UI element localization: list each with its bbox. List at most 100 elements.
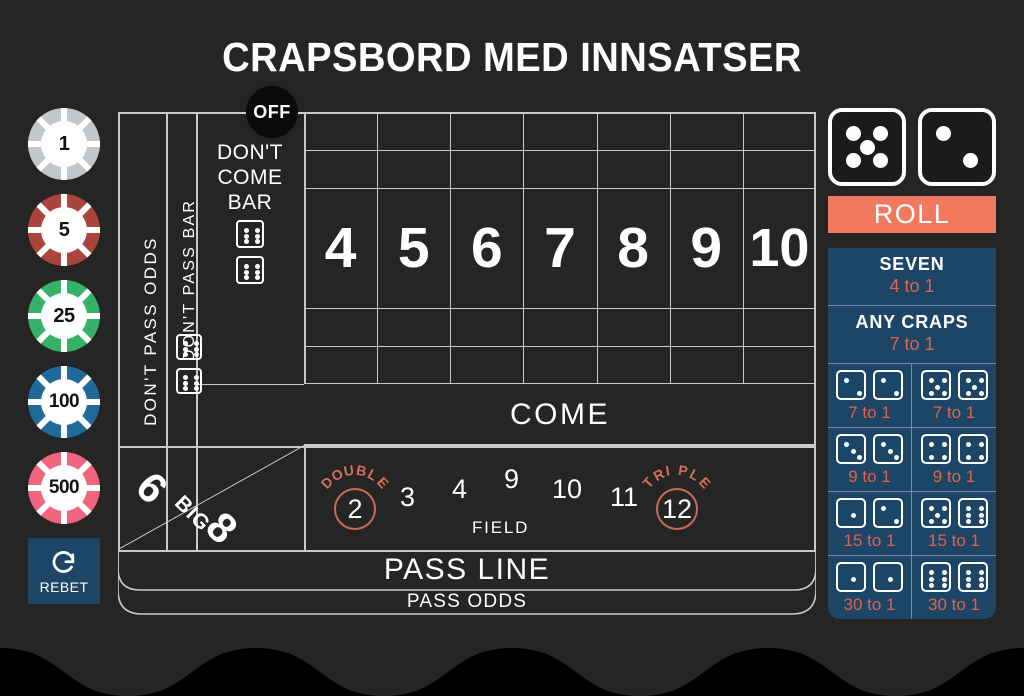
- hardway-dice-pair: [912, 562, 996, 592]
- puck-off[interactable]: OFF: [246, 86, 298, 138]
- proposition-bets-panel: SEVEN 4 to 1 ANY CRAPS 7 to 1 7 to 1 7 to 1 9…: [828, 248, 996, 619]
- die-face-5: [920, 498, 951, 528]
- die-face-1: [836, 498, 866, 528]
- bet-any-craps[interactable]: ANY CRAPS 7 to 1: [828, 306, 996, 364]
- bet-seven[interactable]: SEVEN 4 to 1: [828, 248, 996, 306]
- dont-pass-odds-label[interactable]: DON'T PASS ODDS: [141, 236, 161, 426]
- rebet-button[interactable]: REBET: [28, 538, 100, 604]
- field-number-4[interactable]: 4: [452, 474, 467, 505]
- die-face-6: [176, 368, 202, 394]
- die-pip: [859, 139, 875, 155]
- grid-cell-6-4[interactable]: [450, 346, 523, 384]
- big-6-label[interactable]: 6: [126, 463, 177, 513]
- grid-cell-7-4[interactable]: [523, 346, 596, 384]
- hardway-odds: 9 to 1: [848, 467, 891, 486]
- dont-come-bar-line: COME: [217, 166, 283, 189]
- die-face-6: [236, 220, 264, 248]
- dont-come-bar-line: BAR: [227, 191, 273, 214]
- grid-cell-8-1[interactable]: [597, 150, 670, 188]
- die-face-6: [236, 256, 264, 284]
- hardway-dice-pair: [828, 562, 911, 592]
- hardway-dice-pair: [828, 370, 911, 400]
- grid-cell-6-1[interactable]: [450, 150, 523, 188]
- grid-cell-10-4[interactable]: [743, 346, 816, 384]
- field-bet-area[interactable]: 2 D O U B L E 3 4 9 10 11 12 T R I P L E FIELD: [304, 446, 816, 550]
- hardway-odds: 9 to 1: [932, 467, 976, 486]
- grid-cell-10-3[interactable]: [743, 308, 816, 346]
- roll-button[interactable]: ROLL: [828, 196, 996, 233]
- grid-cell-6-3[interactable]: [450, 308, 523, 346]
- field-number-3[interactable]: 3: [400, 482, 415, 513]
- field-number-10[interactable]: 10: [552, 474, 582, 505]
- grid-cell-4-4[interactable]: [304, 346, 377, 384]
- chip-1[interactable]: 1: [28, 108, 100, 180]
- grid-number-6[interactable]: 6: [450, 188, 523, 308]
- field-number-9[interactable]: 9: [504, 464, 519, 495]
- hardway-bet-5-6[interactable]: 15 to 1: [912, 492, 996, 556]
- chip-5[interactable]: 5: [28, 194, 100, 266]
- hardway-dice-pair: [912, 434, 996, 464]
- grid-cell-7-3[interactable]: [523, 308, 596, 346]
- die-face-2: [873, 370, 903, 400]
- grid-cell-8-0[interactable]: [597, 112, 670, 150]
- grid-cell-10-1[interactable]: [743, 150, 816, 188]
- craps-table-screen: CRAPSBORD MED INNSATSER 1 5 25 100 500 REBET …: [0, 0, 1024, 696]
- hardway-bet-2-2[interactable]: 7 to 1: [828, 364, 912, 428]
- chip-value: 25: [41, 293, 87, 339]
- grid-cell-4-1[interactable]: [304, 150, 377, 188]
- grid-cell-9-4[interactable]: [670, 346, 743, 384]
- pass-line-bet[interactable]: PASS LINE: [118, 550, 816, 590]
- grid-cell-6-0[interactable]: [450, 112, 523, 150]
- grid-number-8[interactable]: 8: [597, 188, 670, 308]
- pass-odds-bet[interactable]: PASS ODDS: [118, 590, 816, 614]
- grid-number-9[interactable]: 9: [670, 188, 743, 308]
- die-pip: [873, 153, 888, 168]
- bet-name: SEVEN: [879, 254, 945, 274]
- hardway-odds: 15 to 1: [928, 531, 980, 550]
- grid-cell-5-0[interactable]: [377, 112, 450, 150]
- die-face-5: [920, 370, 951, 400]
- field-label: FIELD: [472, 518, 530, 537]
- grid-number-7[interactable]: 7: [523, 188, 596, 308]
- hardway-bet-5-5[interactable]: 7 to 1: [912, 364, 996, 428]
- grid-cell-5-4[interactable]: [377, 346, 450, 384]
- grid-cell-4-0[interactable]: [304, 112, 377, 150]
- grid-cell-7-1[interactable]: [523, 150, 596, 188]
- grid-cell-4-3[interactable]: [304, 308, 377, 346]
- dont-come-bar-dice: [236, 220, 264, 284]
- page-title: CRAPSBORD MED INNSATSER: [222, 34, 802, 80]
- hardway-bet-3-3[interactable]: 9 to 1: [828, 428, 912, 492]
- craps-board: DON'T PASS ODDS DON'T PASS BAR DON'T COME BA…: [118, 112, 816, 615]
- hardway-bet-1-2[interactable]: 15 to 1: [828, 492, 912, 556]
- chip-25[interactable]: 25: [28, 280, 100, 352]
- field-double-label: DOUBLE: [317, 461, 391, 508]
- grid-cell-8-3[interactable]: [597, 308, 670, 346]
- grid-cell-5-1[interactable]: [377, 150, 450, 188]
- grid-number-4[interactable]: 4: [304, 188, 377, 308]
- chip-100[interactable]: 100: [28, 366, 100, 438]
- grid-cell-9-0[interactable]: [670, 112, 743, 150]
- arch-char: U: [342, 461, 356, 480]
- die-pip: [936, 126, 951, 141]
- grid-cell-7-0[interactable]: [523, 112, 596, 150]
- dont-come-bar-label[interactable]: DON'T COME BAR: [196, 140, 304, 215]
- grid-cell-5-3[interactable]: [377, 308, 450, 346]
- chip-500[interactable]: 500: [28, 452, 100, 524]
- hardway-bet-1-1[interactable]: 30 to 1: [828, 556, 912, 619]
- bet-odds: 7 to 1: [889, 334, 935, 354]
- hardway-odds: 7 to 1: [848, 403, 891, 422]
- dont-come-bar-line: DON'T: [216, 141, 283, 164]
- grid-number-5[interactable]: 5: [377, 188, 450, 308]
- grid-number-10[interactable]: 10: [743, 188, 816, 308]
- hardway-bet-4-4[interactable]: 9 to 1: [912, 428, 996, 492]
- grid-cell-8-4[interactable]: [597, 346, 670, 384]
- die-face-1: [873, 562, 903, 592]
- grid-cell-9-1[interactable]: [670, 150, 743, 188]
- hardway-bet-6-6[interactable]: 30 to 1: [912, 556, 996, 619]
- come-bet-area[interactable]: COME: [304, 384, 816, 446]
- die-face-1: [836, 562, 866, 592]
- grid-cell-10-0[interactable]: [743, 112, 816, 150]
- line-big68-top: [118, 446, 304, 448]
- grid-cell-9-3[interactable]: [670, 308, 743, 346]
- field-number-11[interactable]: 11: [610, 482, 638, 513]
